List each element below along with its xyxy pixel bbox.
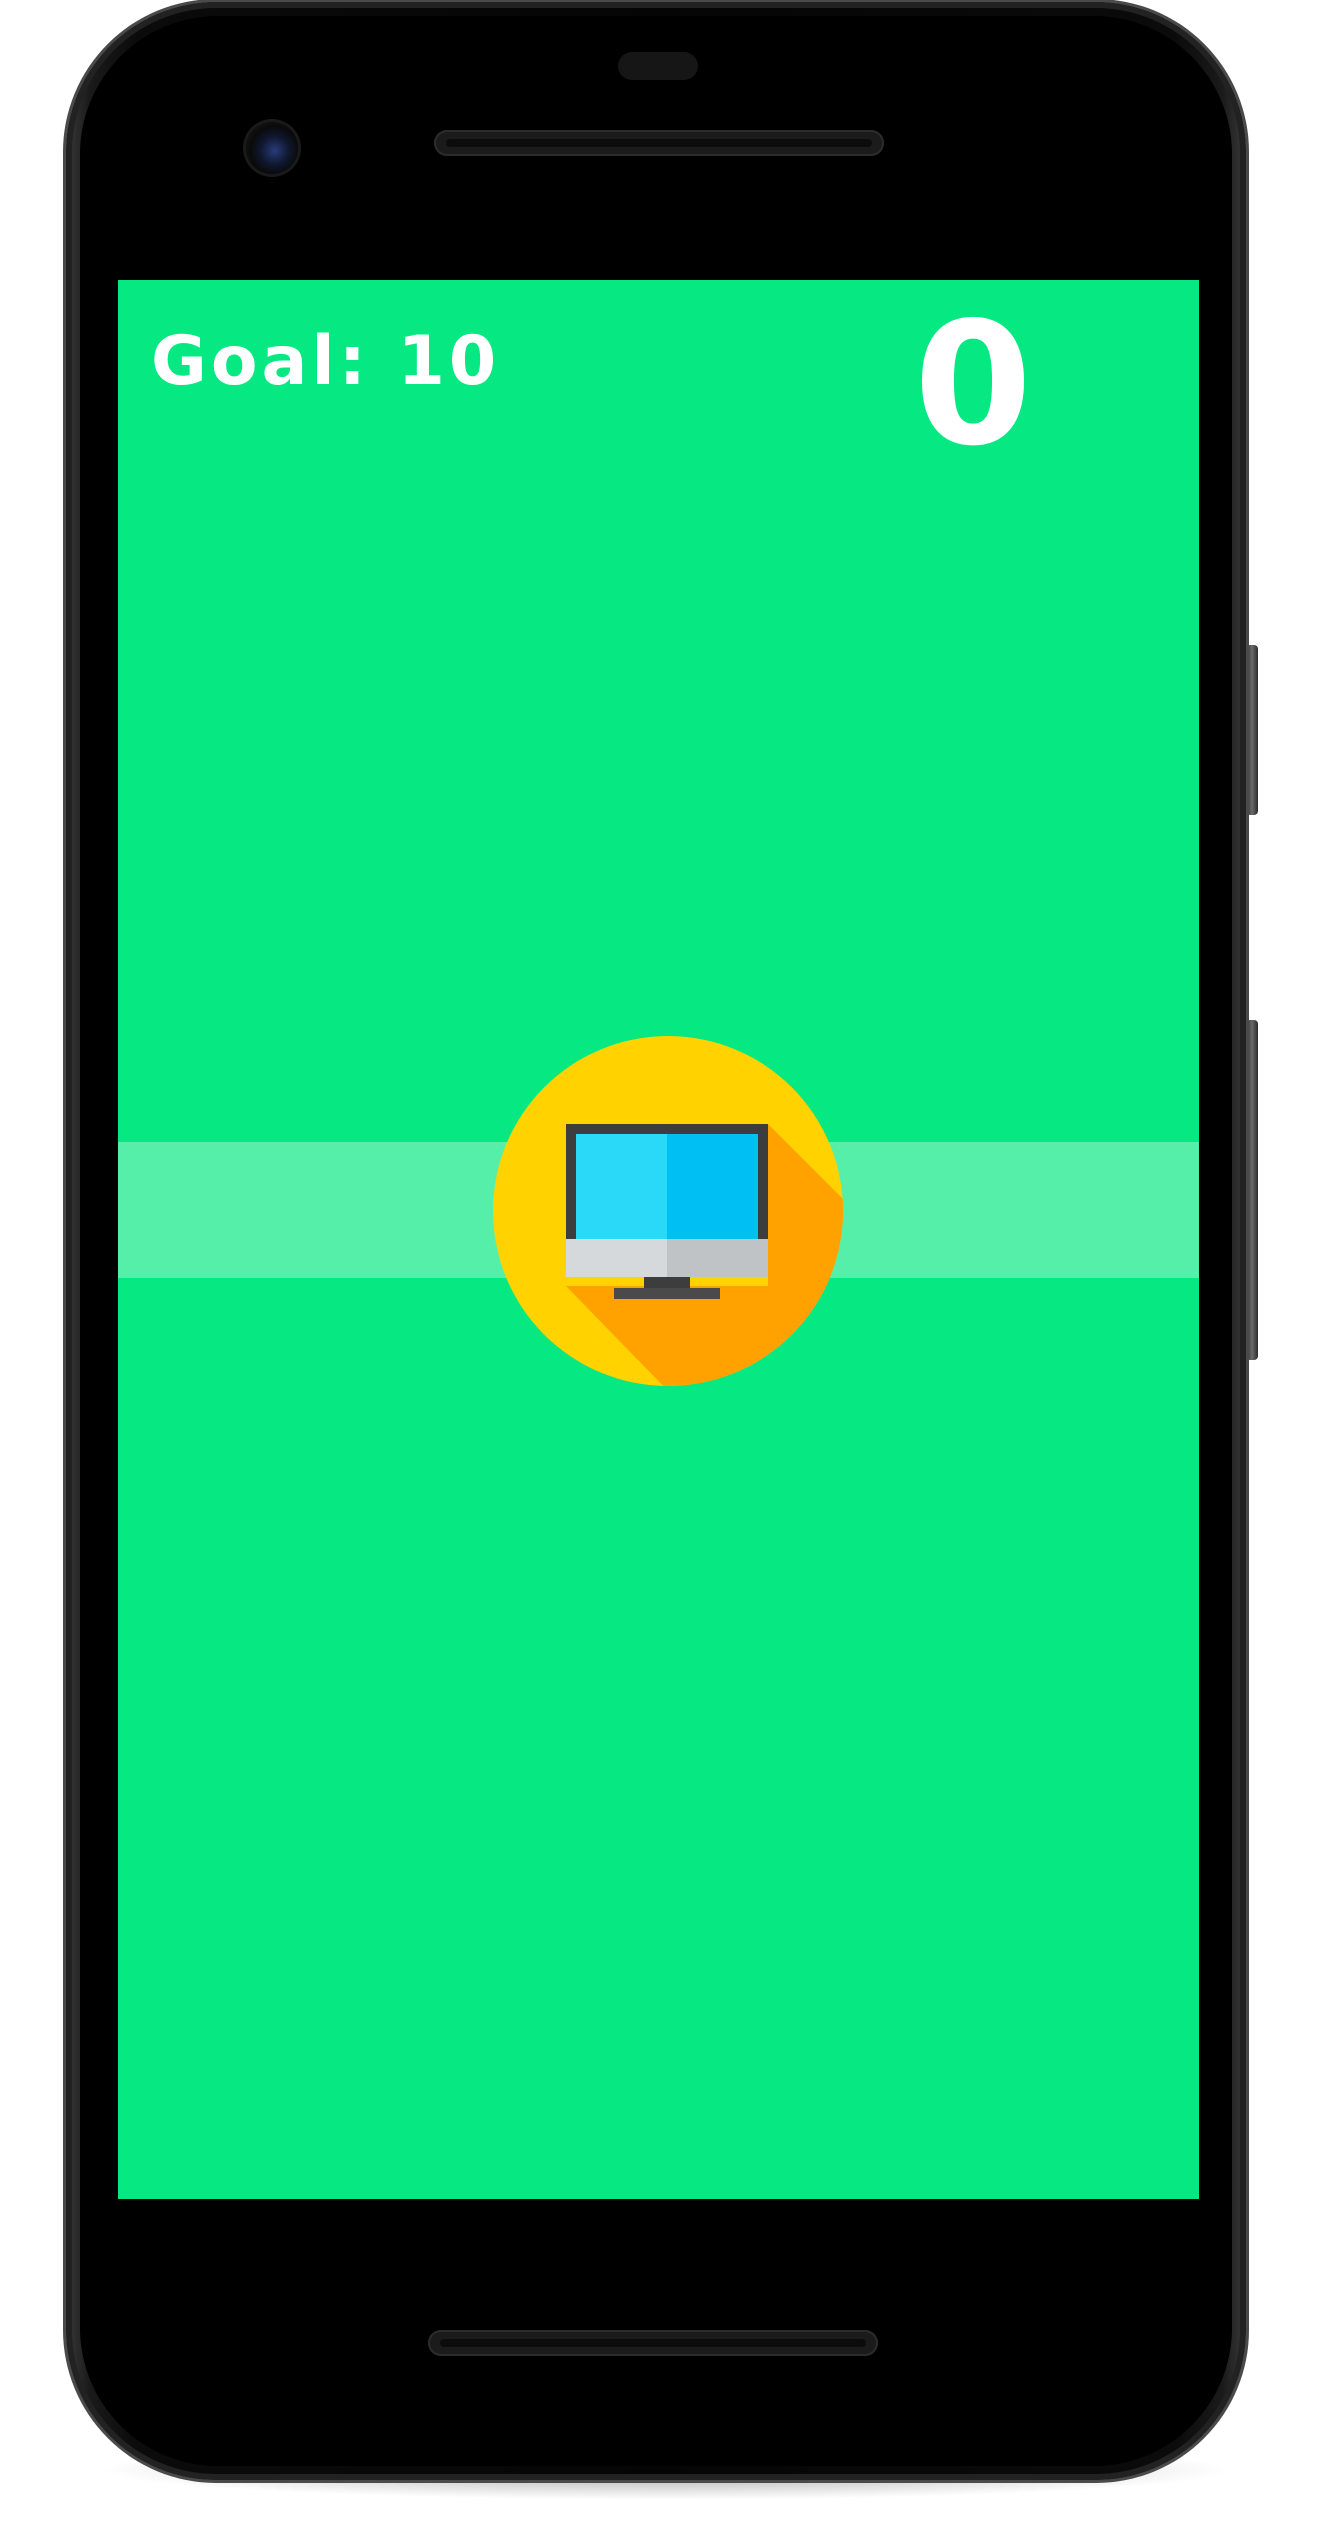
monitor-chin-right — [667, 1239, 768, 1277]
goal-label: Goal: 10 — [151, 322, 501, 401]
target-button[interactable] — [493, 1036, 843, 1386]
earpiece-speaker — [434, 130, 884, 156]
game-screen[interactable]: Goal: 10 0 — [118, 280, 1199, 2199]
monitor-chin-left — [566, 1239, 667, 1277]
volume-rocker — [1246, 1020, 1258, 1360]
monitor-screen-left — [576, 1134, 667, 1239]
power-button — [1246, 645, 1258, 815]
bottom-speaker — [428, 2330, 878, 2356]
proximity-sensor — [618, 52, 698, 80]
front-camera-icon — [246, 122, 298, 174]
monitor-neck — [644, 1277, 690, 1288]
computer-monitor-icon — [493, 1036, 843, 1386]
monitor-screen-right — [667, 1134, 758, 1239]
device-mockup: Goal: 10 0 — [0, 0, 1330, 2532]
monitor-foot — [614, 1288, 720, 1299]
score-counter: 0 — [913, 286, 1033, 484]
